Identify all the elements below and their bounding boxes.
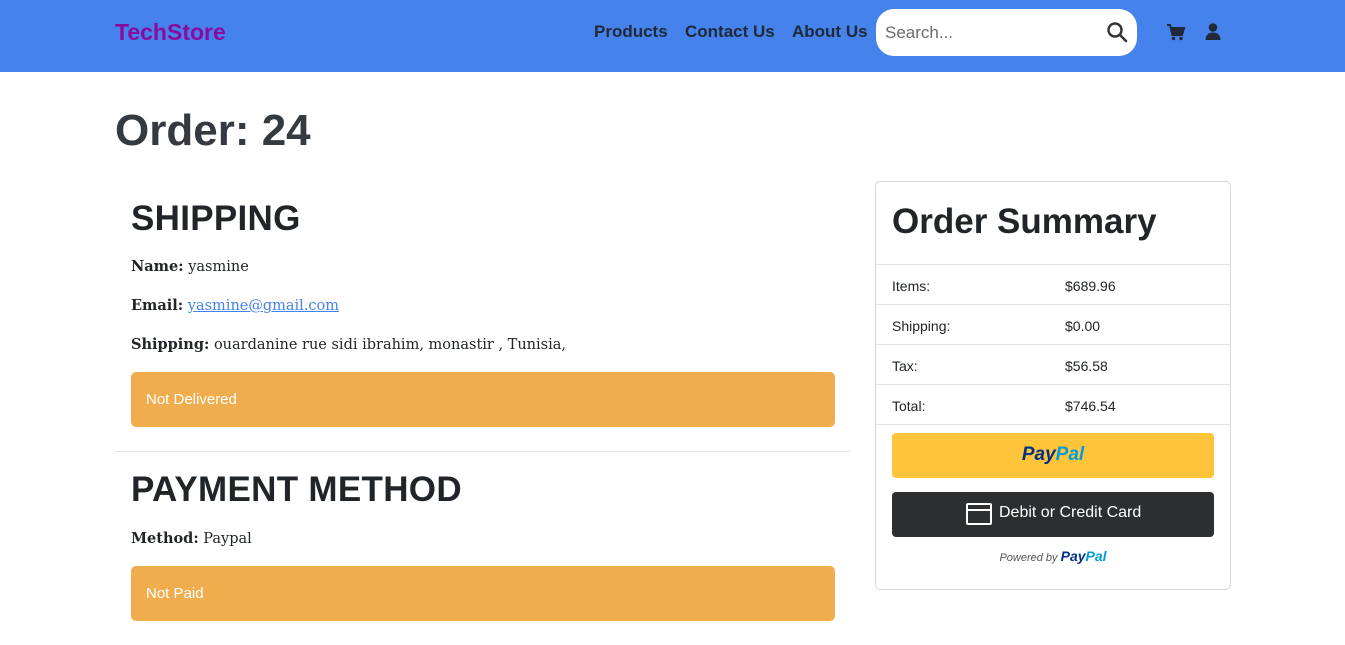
search-icon[interactable] — [1106, 21, 1128, 43]
method-value: Paypal — [203, 531, 252, 547]
paypal-button[interactable]: PayPal — [892, 433, 1214, 478]
summary-divider — [876, 424, 1230, 425]
brand-logo[interactable]: TechStore — [115, 19, 226, 46]
paypal-logo-pay: Pay — [1021, 444, 1056, 465]
summary-row-shipping: Shipping: $0.00 — [876, 304, 1230, 344]
debit-credit-card-button[interactable]: Debit or Credit Card — [892, 492, 1214, 537]
email-label: Email: — [131, 297, 184, 314]
shipping-heading: SHIPPING — [131, 199, 301, 238]
order-summary-heading: Order Summary — [892, 202, 1157, 241]
summary-label: Tax: — [892, 358, 918, 374]
summary-row-items: Items: $689.96 — [876, 264, 1230, 304]
summary-label: Items: — [892, 278, 931, 294]
search-box — [876, 9, 1137, 56]
address-label: Shipping: — [131, 336, 210, 353]
summary-value: $689.96 — [1065, 278, 1116, 294]
summary-value: $0.00 — [1065, 318, 1101, 334]
page-title: Order: 24 — [115, 106, 311, 155]
user-icon[interactable] — [1202, 21, 1224, 43]
card-button-label: Debit or Credit Card — [999, 504, 1142, 521]
cart-icon[interactable] — [1165, 21, 1187, 43]
powered-by-paypal: Powered by PayPal — [876, 548, 1230, 564]
summary-label: Shipping: — [892, 318, 951, 334]
nav-link-about-us[interactable]: About Us — [792, 22, 868, 42]
name-value: yasmine — [188, 259, 249, 275]
payment-status-alert: Not Paid — [131, 566, 835, 621]
paypal-logo: PayPal — [892, 444, 1214, 466]
summary-row-tax: Tax: $56.58 — [876, 344, 1230, 384]
navbar: TechStore Products Contact Us About Us — [0, 0, 1345, 72]
shipping-email: Email: yasmine@gmail.com — [131, 297, 339, 314]
payment-method: Method: Paypal — [131, 530, 252, 547]
shipping-address: Shipping: ouardanine rue sidi ibrahim, m… — [131, 336, 566, 353]
credit-card-icon — [966, 503, 992, 525]
payment-heading: PAYMENT METHOD — [131, 470, 462, 509]
address-value: ouardanine rue sidi ibrahim, monastir , … — [213, 337, 566, 353]
powered-by-logo: PayPal — [1061, 548, 1107, 564]
section-divider — [115, 451, 851, 452]
paypal-logo-pal: Pal — [1055, 444, 1085, 465]
order-summary-card: Order Summary Items: $689.96 Shipping: $… — [875, 181, 1231, 590]
powered-by-text: Powered by — [999, 552, 1058, 564]
powered-logo-pal: Pal — [1085, 548, 1107, 564]
summary-value: $56.58 — [1065, 358, 1108, 374]
search-input[interactable] — [885, 19, 1085, 46]
summary-label: Total: — [892, 398, 926, 414]
summary-row-total: Total: $746.54 — [876, 384, 1230, 424]
email-link[interactable]: yasmine@gmail.com — [188, 298, 339, 314]
name-label: Name: — [131, 258, 184, 275]
delivery-status-alert: Not Delivered — [131, 372, 835, 427]
summary-value: $746.54 — [1065, 398, 1116, 414]
nav-link-products[interactable]: Products — [594, 22, 668, 42]
powered-logo-pay: Pay — [1060, 548, 1086, 564]
nav-link-contact-us[interactable]: Contact Us — [685, 22, 775, 42]
shipping-name: Name: yasmine — [131, 258, 249, 275]
method-label: Method: — [131, 530, 199, 547]
